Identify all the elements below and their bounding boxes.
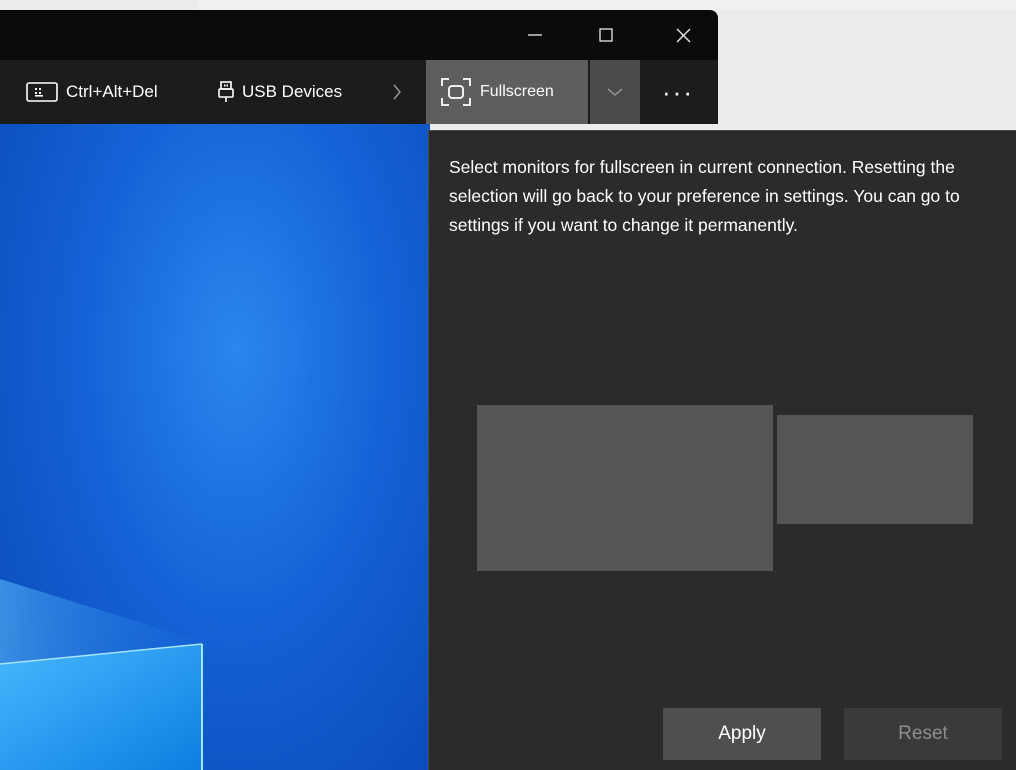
flyout-description: Select monitors for fullscreen in curren… (449, 157, 960, 235)
minimize-icon (528, 34, 542, 36)
windows-wallpaper (0, 579, 210, 770)
maximize-button[interactable] (583, 10, 629, 60)
chevron-down-icon (607, 88, 623, 96)
more-options-button[interactable]: ··· (648, 60, 708, 124)
maximize-icon (599, 28, 613, 42)
fullscreen-monitor-flyout: Select monitors for fullscreen in curren… (428, 130, 1016, 770)
close-icon (676, 28, 690, 42)
apply-button[interactable]: Apply (663, 708, 821, 760)
scroll-right-button[interactable] (392, 60, 402, 124)
fullscreen-button[interactable]: Fullscreen (426, 60, 588, 124)
background-strip (198, 0, 1016, 10)
ctrl-alt-del-button[interactable]: Ctrl+Alt+Del (26, 60, 158, 124)
fullscreen-icon (441, 78, 471, 106)
chevron-right-icon (393, 84, 401, 100)
monitor-2[interactable] (777, 415, 973, 524)
reset-button[interactable]: Reset (844, 708, 1002, 760)
close-button[interactable] (660, 10, 706, 60)
remote-toolbar: Ctrl+Alt+Del USB Devices Fullscreen ··· (0, 60, 718, 124)
fullscreen-dropdown-button[interactable] (590, 60, 640, 124)
minimize-button[interactable] (512, 10, 558, 60)
usb-devices-button[interactable]: USB Devices (218, 60, 342, 124)
fullscreen-label: Fullscreen (480, 83, 554, 100)
keyboard-icon (26, 82, 58, 102)
usb-devices-label: USB Devices (242, 82, 343, 101)
usb-icon (218, 81, 234, 102)
title-bar (0, 10, 718, 60)
ctrl-alt-del-label: Ctrl+Alt+Del (66, 82, 158, 101)
monitor-1[interactable] (477, 405, 773, 571)
remote-desktop (0, 124, 430, 770)
